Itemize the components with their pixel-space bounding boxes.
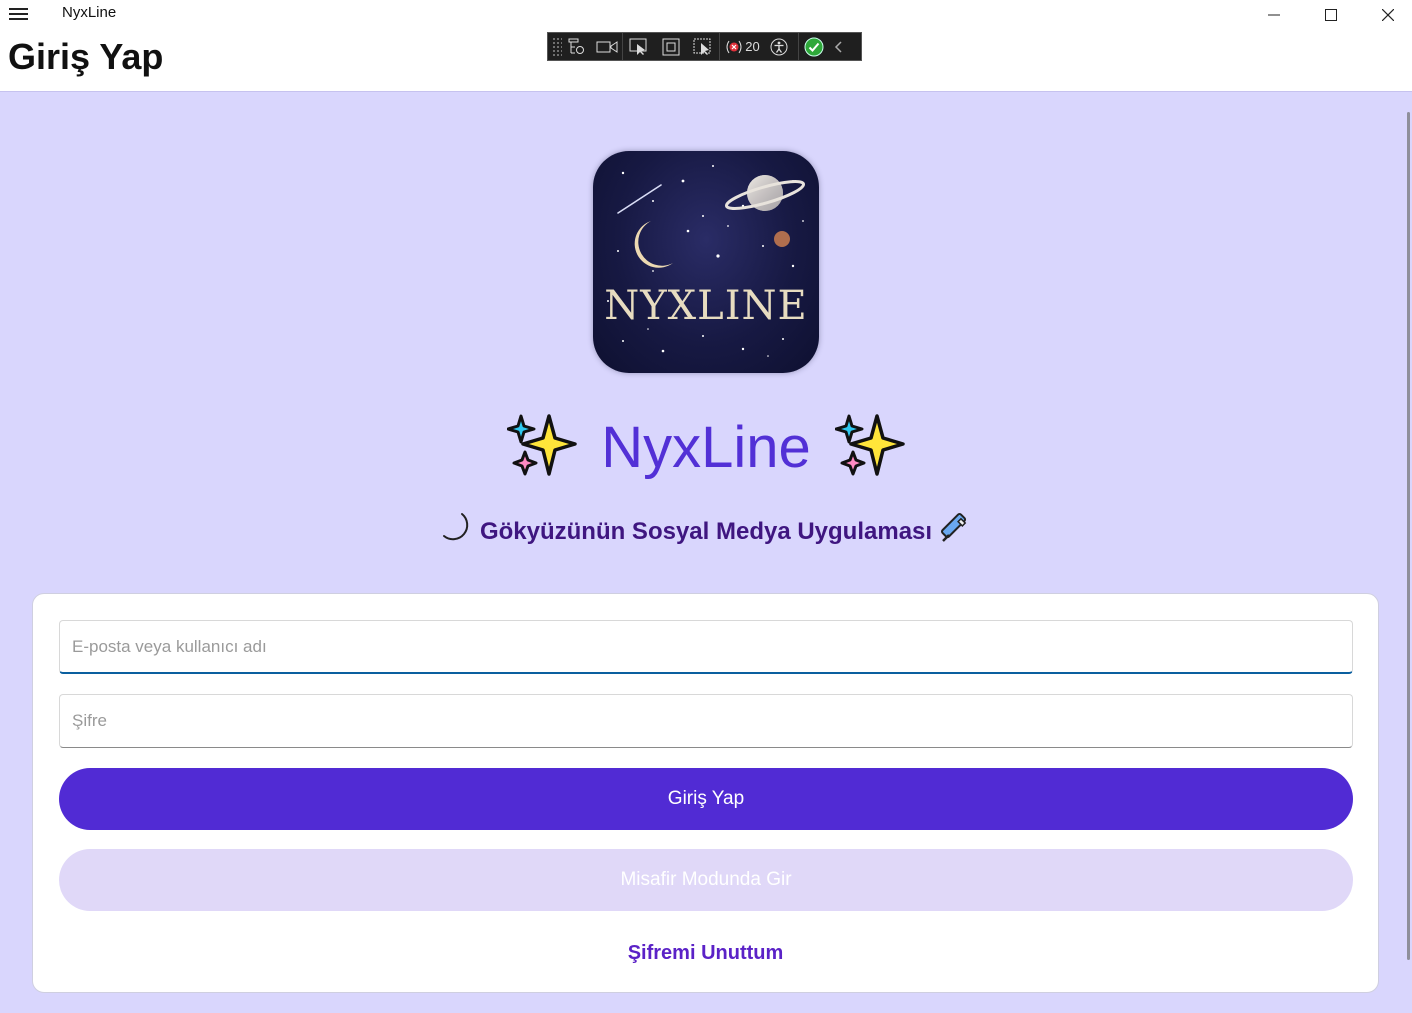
app-title: NyxLine	[62, 4, 117, 21]
debug-toolbar: 20	[547, 32, 862, 61]
brand-name: NyxLine	[601, 415, 811, 480]
minimize-icon	[1267, 14, 1280, 16]
track-focus-button[interactable]	[687, 33, 719, 60]
login-button[interactable]: Giriş Yap	[59, 768, 1353, 830]
sparkles-icon	[506, 412, 577, 483]
close-button[interactable]	[1359, 0, 1412, 30]
live-visual-tree-button[interactable]	[562, 33, 592, 60]
collapse-chevron-icon	[834, 40, 842, 53]
email-field[interactable]	[59, 620, 1353, 674]
select-element-icon	[629, 38, 647, 55]
logo-wordmark: NYXLINE	[604, 283, 808, 329]
starry-sky-illustration	[607, 165, 806, 357]
status-ok-button[interactable]	[799, 33, 829, 60]
app-logo: NYXLINE	[593, 151, 819, 373]
track-focus-icon	[693, 38, 711, 55]
binding-failures-count: 20	[745, 39, 760, 54]
email-input[interactable]	[60, 621, 1352, 672]
brand-title: NyxLine	[0, 412, 1412, 483]
close-icon	[1381, 9, 1394, 21]
binding-failures-button[interactable]: 20	[720, 33, 764, 60]
minimize-button[interactable]	[1245, 0, 1302, 30]
check-icon	[804, 37, 824, 56]
display-layout-adorners-icon	[662, 38, 680, 55]
crescent-moon-icon	[440, 512, 472, 551]
maximize-icon	[1324, 9, 1337, 21]
layout-adorners-button[interactable]	[655, 33, 687, 60]
drag-grip[interactable]	[552, 36, 562, 57]
page-title: Giriş Yap	[8, 36, 164, 77]
select-element-button[interactable]	[623, 33, 655, 60]
maximize-button[interactable]	[1302, 0, 1359, 30]
login-card: Giriş Yap Misafir Modunda Gir Şifremi Un…	[32, 593, 1379, 993]
hamburger-menu-icon[interactable]	[8, 5, 30, 23]
video-icon	[596, 40, 618, 53]
accessibility-icon	[770, 38, 788, 55]
guest-mode-button[interactable]: Misafir Modunda Gir	[59, 849, 1353, 911]
telescope-icon	[940, 512, 972, 551]
sparkles-icon	[834, 412, 905, 483]
subtitle-text: Gökyüzünün Sosyal Medya Uygulaması	[479, 517, 933, 545]
record-button[interactable]	[592, 33, 622, 60]
live-visual-tree-icon	[568, 38, 584, 54]
binding-failures-icon	[726, 40, 742, 53]
accessibility-button[interactable]	[764, 33, 794, 60]
password-field[interactable]	[59, 694, 1353, 748]
app-subtitle: Gökyüzünün Sosyal Medya Uygulaması	[0, 512, 1412, 551]
collapse-toolbar-button[interactable]	[829, 33, 849, 60]
forgot-password-link[interactable]: Şifremi Unuttum	[33, 942, 1378, 965]
title-bar: NyxLine	[0, 0, 1412, 30]
password-input[interactable]	[60, 695, 1352, 747]
